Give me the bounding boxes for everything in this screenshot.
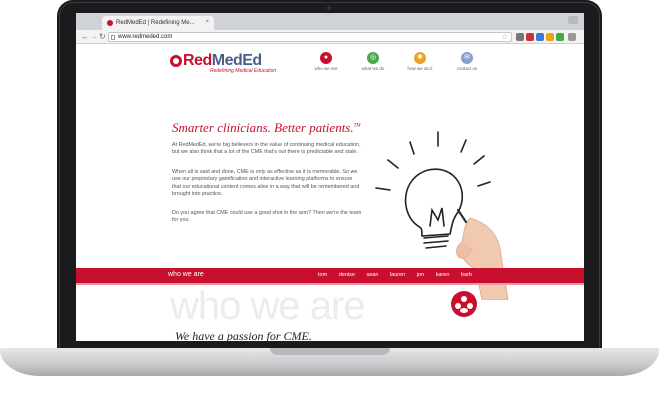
team-link-tom[interactable]: tom xyxy=(318,272,327,278)
team-link-lauren[interactable]: lauren xyxy=(390,272,405,278)
hero-title: Smarter clinicians. Better patients.TM xyxy=(172,120,361,135)
address-url: www.redmeded.com xyxy=(118,34,173,40)
nav-who-we-are[interactable]: ● who we are xyxy=(306,52,346,71)
team-link-barb[interactable]: barb xyxy=(461,272,472,278)
tab-title: RedMedEd | Redefining Me... xyxy=(116,20,195,26)
cme-paragraph: When all is said and done, CME is only a… xyxy=(172,169,360,197)
window-control[interactable] xyxy=(568,16,578,24)
laptop-notch xyxy=(270,348,390,355)
team-link-jon[interactable]: jon xyxy=(417,272,424,278)
question-paragraph: Do you agree that CME could use a good s… xyxy=(172,210,362,224)
nav-how-we-do-it[interactable]: ✺ how we do it xyxy=(400,52,440,71)
reload-icon[interactable]: ↻ xyxy=(99,32,106,42)
extension-icon[interactable] xyxy=(526,33,534,41)
logo-tagline: Redefining Medical Education xyxy=(210,68,277,74)
tab-close-icon[interactable]: × xyxy=(205,19,209,25)
section-bar-title: who we are xyxy=(168,271,204,278)
back-icon[interactable]: ← xyxy=(81,32,89,42)
team-link-sean[interactable]: sean xyxy=(366,272,378,278)
favicon-icon xyxy=(107,20,113,26)
browser-tab-bar: RedMedEd | Redefining Me... × xyxy=(76,13,584,30)
nav-contact-us[interactable]: ✉ contact us xyxy=(447,52,487,71)
intro-paragraph: At RedMedEd, we're big believers in the … xyxy=(172,142,361,156)
envelope-icon: ✉ xyxy=(461,52,473,64)
extension-icon[interactable] xyxy=(556,33,564,41)
screen: RedMedEd | Redefining Me... × ← → ↻ www.… xyxy=(76,13,584,341)
bookmark-star-icon[interactable]: ☆ xyxy=(502,33,508,41)
address-bar[interactable]: www.redmeded.com ☆ xyxy=(108,32,512,42)
extension-icon[interactable] xyxy=(536,33,544,41)
team-link-denise[interactable]: denise xyxy=(339,272,355,278)
logo-mark-icon xyxy=(170,55,182,67)
website: RedMedEd Redefining Medical Education ● … xyxy=(76,44,584,341)
page-icon xyxy=(111,35,115,40)
extension-icon[interactable] xyxy=(516,33,524,41)
lightbulb-icon: ✺ xyxy=(414,52,426,64)
people-icon: ● xyxy=(320,52,332,64)
target-icon: ◎ xyxy=(367,52,379,64)
section-bar: who we are tom denise sean lauren jon ka… xyxy=(76,268,584,283)
people-icon xyxy=(451,291,477,317)
menu-icon[interactable] xyxy=(568,33,576,41)
extension-icon[interactable] xyxy=(546,33,554,41)
team-link-karen[interactable]: karen xyxy=(436,272,450,278)
forward-icon[interactable]: → xyxy=(90,32,98,42)
section-watermark: who we are xyxy=(170,284,366,328)
nav-what-we-do[interactable]: ◎ what we do xyxy=(353,52,393,71)
camera xyxy=(327,6,331,10)
browser-toolbar: ← → ↻ www.redmeded.com ☆ xyxy=(76,30,584,44)
passion-heading: We have a passion for CME. xyxy=(175,329,312,341)
browser-tab[interactable]: RedMedEd | Redefining Me... × xyxy=(102,16,214,30)
team-nav: tom denise sean lauren jon karen barb xyxy=(318,272,482,278)
